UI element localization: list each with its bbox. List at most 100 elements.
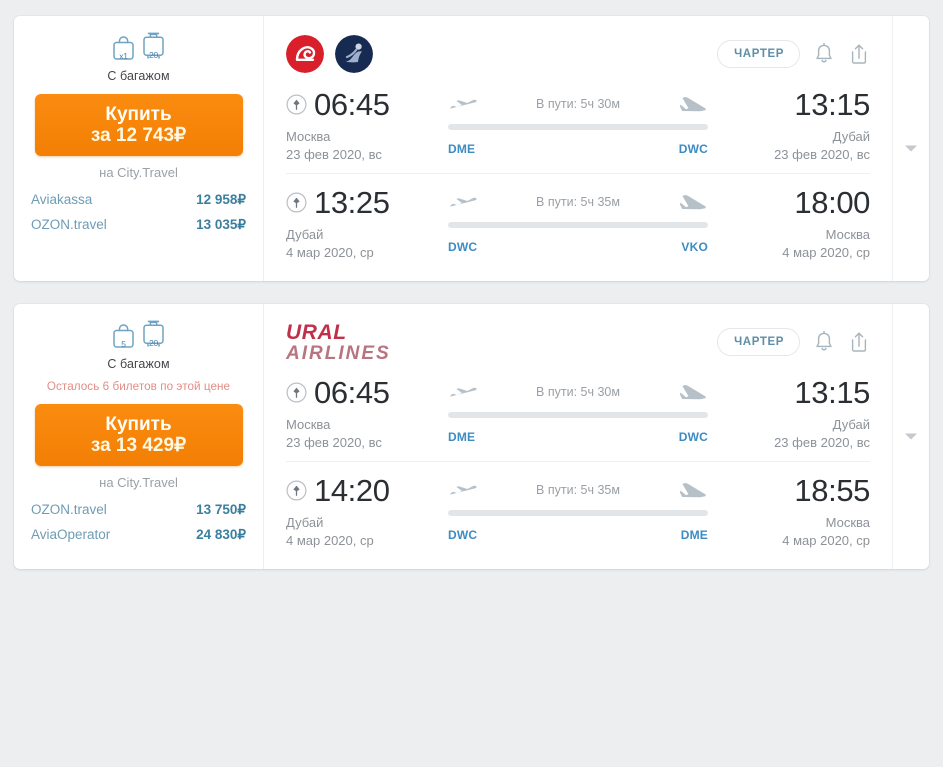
flight-header: ЧАРТЕР bbox=[286, 32, 870, 76]
airline-logos bbox=[286, 35, 373, 73]
departure-airport-code[interactable]: DME bbox=[448, 430, 475, 444]
buy-button-price: за 12 743₽ bbox=[90, 125, 187, 146]
expand-card-button[interactable] bbox=[892, 16, 929, 281]
agency-row[interactable]: OZON.travel 13 750₽ bbox=[31, 502, 246, 518]
flight-segment: 06:45 Москва 23 фев 2020, вс В пути: 5ч … bbox=[286, 76, 870, 173]
ural-airlines-logo: URAL AIRLINES bbox=[286, 322, 391, 363]
arrival-airport-code[interactable]: DWC bbox=[679, 142, 708, 156]
arrival-city: Москва bbox=[825, 227, 870, 242]
agency-name: OZON.travel bbox=[31, 502, 107, 517]
departure-city: Москва bbox=[286, 129, 331, 144]
departure-time-wrap: 06:45 bbox=[286, 89, 436, 120]
departure-date: 4 мар 2020, ср bbox=[286, 245, 374, 260]
flight-duration: В пути: 5ч 35м bbox=[536, 483, 620, 497]
plane-landing-icon bbox=[679, 195, 706, 210]
arrival-info: 18:00 Москва 4 мар 2020, ср bbox=[720, 187, 870, 260]
share-icon[interactable] bbox=[848, 330, 870, 354]
departure-city: Дубай bbox=[286, 227, 324, 242]
baggage-allowance: 5 20 bbox=[111, 318, 166, 354]
agency-row[interactable]: Aviakassa 12 958₽ bbox=[31, 192, 246, 208]
buy-provider: на City.Travel bbox=[99, 165, 178, 180]
departure-airport-code[interactable]: DWC bbox=[448, 240, 477, 254]
suitcase-icon: 20 bbox=[141, 31, 166, 66]
agency-price: 13 035₽ bbox=[196, 217, 246, 232]
tickets-left-warning: Осталось 6 билетов по этой цене bbox=[46, 380, 231, 393]
flight-duration: В пути: 5ч 35м bbox=[536, 195, 620, 209]
pin-circle-icon bbox=[286, 480, 307, 501]
arrival-city: Дубай bbox=[832, 129, 870, 144]
charter-badge[interactable]: ЧАРТЕР bbox=[717, 328, 800, 356]
arrival-airport-code[interactable]: DWC bbox=[679, 430, 708, 444]
departure-date: 4 мар 2020, ср bbox=[286, 533, 374, 548]
share-icon[interactable] bbox=[848, 42, 870, 66]
arrival-date: 4 мар 2020, ср bbox=[782, 533, 870, 548]
suitcase-weight: 20 bbox=[148, 50, 159, 60]
chevron-down-icon bbox=[905, 433, 917, 440]
agency-price: 13 750₽ bbox=[196, 502, 246, 517]
flight-panel: ЧАРТЕР 06:45 Москва 23 фев 2020, вс В пу… bbox=[264, 16, 892, 281]
plane-landing-icon bbox=[679, 483, 706, 498]
departure-info: 06:45 Москва 23 фев 2020, вс bbox=[286, 377, 436, 450]
route-bar bbox=[448, 510, 708, 516]
chevron-down-icon bbox=[905, 145, 917, 152]
buy-provider: на City.Travel bbox=[99, 475, 178, 490]
agency-name: OZON.travel bbox=[31, 217, 107, 232]
arrival-airport-code[interactable]: DME bbox=[681, 528, 708, 542]
agency-row[interactable]: OZON.travel 13 035₽ bbox=[31, 217, 246, 233]
arrival-date: 23 фев 2020, вс bbox=[774, 435, 870, 450]
plane-landing-icon bbox=[679, 385, 706, 400]
flight-results-page: x1 20 С багажом Купить за 12 743₽ на Cit… bbox=[0, 0, 943, 767]
pin-circle-icon bbox=[286, 94, 307, 115]
expand-card-button[interactable] bbox=[892, 304, 929, 569]
route-top: В пути: 5ч 30м bbox=[448, 377, 708, 407]
arrival-time: 18:55 bbox=[794, 473, 870, 508]
buy-button-price: за 13 429₽ bbox=[90, 435, 187, 456]
baggage-allowance: x1 20 bbox=[111, 30, 166, 66]
arrival-time-wrap: 18:55 bbox=[720, 475, 870, 506]
suitcase-icon: 20 bbox=[141, 319, 166, 354]
buy-button[interactable]: Купить за 12 743₽ bbox=[34, 94, 243, 156]
buy-button[interactable]: Купить за 13 429₽ bbox=[34, 404, 243, 466]
arrival-city: Дубай bbox=[832, 417, 870, 432]
agency-name: AviaOperator bbox=[31, 527, 111, 542]
route-bar bbox=[448, 124, 708, 130]
pin-circle-icon bbox=[286, 382, 307, 403]
flight-duration: В пути: 5ч 30м bbox=[536, 385, 620, 399]
price-panel: x1 20 С багажом Купить за 12 743₽ на Cit… bbox=[14, 16, 264, 281]
buy-button-label: Купить bbox=[105, 103, 172, 125]
airport-codes: DWC DME bbox=[448, 528, 708, 542]
route-top: В пути: 5ч 30м bbox=[448, 89, 708, 119]
arrival-airport-code[interactable]: VKO bbox=[681, 240, 708, 254]
arrival-time-wrap: 18:00 bbox=[720, 187, 870, 218]
arrival-time: 13:15 bbox=[794, 87, 870, 122]
departure-info: 06:45 Москва 23 фев 2020, вс bbox=[286, 89, 436, 162]
route-info: В пути: 5ч 35м DWC DME bbox=[436, 475, 720, 542]
departure-airport-code[interactable]: DME bbox=[448, 142, 475, 156]
arrival-time: 18:00 bbox=[794, 185, 870, 220]
departure-city: Дубай bbox=[286, 515, 324, 530]
route-top: В пути: 5ч 35м bbox=[448, 475, 708, 505]
notification-bell-icon[interactable] bbox=[813, 330, 835, 354]
arrival-info: 13:15 Дубай 23 фев 2020, вс bbox=[720, 377, 870, 450]
handbag-count: 5 bbox=[121, 339, 126, 349]
ural-logo-line1: URAL bbox=[286, 320, 347, 344]
departure-time: 13:25 bbox=[314, 185, 390, 220]
notification-bell-icon[interactable] bbox=[813, 42, 835, 66]
route-top: В пути: 5ч 35м bbox=[448, 187, 708, 217]
agency-row[interactable]: AviaOperator 24 830₽ bbox=[31, 527, 246, 543]
departure-city: Москва bbox=[286, 417, 331, 432]
arrival-info: 18:55 Москва 4 мар 2020, ср bbox=[720, 475, 870, 548]
charter-badge[interactable]: ЧАРТЕР bbox=[717, 40, 800, 68]
flight-segment: 06:45 Москва 23 фев 2020, вс В пути: 5ч … bbox=[286, 364, 870, 461]
airport-codes: DME DWC bbox=[448, 142, 708, 156]
departure-airport-code[interactable]: DWC bbox=[448, 528, 477, 542]
route-bar bbox=[448, 222, 708, 228]
plane-landing-icon bbox=[679, 97, 706, 112]
header-actions: ЧАРТЕР bbox=[717, 328, 870, 356]
plane-takeoff-icon bbox=[450, 485, 477, 495]
departure-time: 14:20 bbox=[314, 473, 390, 508]
airport-codes: DWC VKO bbox=[448, 240, 708, 254]
handbag-icon: x1 bbox=[111, 34, 136, 66]
ticket-card: 5 20 С багажом Осталось 6 билетов по это… bbox=[14, 304, 929, 569]
airline-logos: URAL AIRLINES bbox=[286, 322, 391, 363]
